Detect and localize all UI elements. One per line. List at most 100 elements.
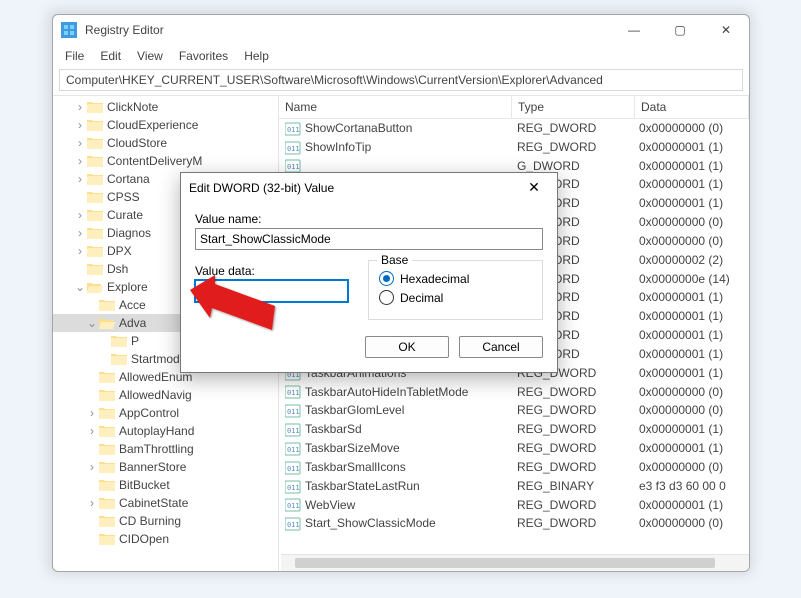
value-data: 0x00000001 (1) bbox=[633, 326, 749, 345]
value-row[interactable]: 011TaskbarSmallIconsREG_DWORD0x00000000 … bbox=[279, 458, 749, 477]
value-row[interactable]: 011TaskbarStateLastRunREG_BINARYe3 f3 d3… bbox=[279, 477, 749, 496]
expand-icon[interactable]: ⌄ bbox=[73, 280, 87, 294]
menu-favorites[interactable]: Favorites bbox=[171, 47, 236, 65]
expand-icon[interactable]: › bbox=[73, 244, 87, 258]
tree-node[interactable]: ›ClickNote bbox=[53, 98, 278, 116]
value-row[interactable]: 011WebViewREG_DWORD0x00000001 (1) bbox=[279, 496, 749, 515]
expand-icon[interactable]: › bbox=[85, 406, 99, 420]
folder-icon bbox=[99, 388, 115, 402]
radio-dot-icon bbox=[379, 271, 394, 286]
app-icon bbox=[61, 22, 77, 38]
radio-dot-icon bbox=[379, 290, 394, 305]
folder-icon bbox=[99, 532, 115, 546]
expand-icon[interactable]: › bbox=[73, 100, 87, 114]
radio-hexadecimal[interactable]: Hexadecimal bbox=[379, 271, 532, 286]
expand-icon[interactable]: › bbox=[85, 460, 99, 474]
value-type: REG_DWORD bbox=[511, 383, 633, 402]
value-data: 0x00000000 (0) bbox=[633, 119, 749, 138]
tree-label: AllowedNavig bbox=[119, 388, 192, 402]
radio-decimal[interactable]: Decimal bbox=[379, 290, 532, 305]
value-type: REG_DWORD bbox=[511, 496, 633, 515]
value-name: TaskbarAutoHideInTabletMode bbox=[305, 385, 468, 399]
svg-text:011: 011 bbox=[287, 502, 300, 510]
tree-node[interactable]: ›CabinetState bbox=[53, 494, 278, 512]
tree-node[interactable]: CD Burning bbox=[53, 512, 278, 530]
tree-node[interactable]: ›AutoplayHand bbox=[53, 422, 278, 440]
tree-label: Explore bbox=[107, 280, 148, 294]
ok-button[interactable]: OK bbox=[365, 336, 449, 358]
value-data: 0x00000000 (0) bbox=[633, 514, 749, 533]
expand-icon[interactable]: › bbox=[73, 154, 87, 168]
value-name: ShowInfoTip bbox=[305, 140, 371, 154]
value-data: 0x00000001 (1) bbox=[633, 420, 749, 439]
tree-node[interactable]: BamThrottling bbox=[53, 440, 278, 458]
column-headers[interactable]: Name Type Data bbox=[279, 96, 749, 119]
tree-node[interactable]: › CloudExperience bbox=[53, 116, 278, 134]
expand-icon[interactable]: › bbox=[73, 208, 87, 222]
value-data-input[interactable] bbox=[195, 280, 348, 302]
tree-label: BitBucket bbox=[119, 478, 170, 492]
menu-view[interactable]: View bbox=[129, 47, 171, 65]
tree-label: CloudExperience bbox=[107, 118, 198, 132]
close-button[interactable]: ✕ bbox=[703, 15, 749, 45]
value-row[interactable]: 011TaskbarGlomLevelREG_DWORD0x00000000 (… bbox=[279, 401, 749, 420]
value-icon: 011 bbox=[285, 517, 301, 531]
expand-icon[interactable]: › bbox=[73, 136, 87, 150]
value-type: REG_DWORD bbox=[511, 458, 633, 477]
maximize-button[interactable]: ▢ bbox=[657, 15, 703, 45]
expand-icon[interactable]: ⌄ bbox=[85, 316, 99, 330]
tree-label: DPX bbox=[107, 244, 132, 258]
expand-icon[interactable]: › bbox=[85, 424, 99, 438]
value-icon: 011 bbox=[285, 461, 301, 475]
minimize-button[interactable]: — bbox=[611, 15, 657, 45]
tree-node[interactable]: BitBucket bbox=[53, 476, 278, 494]
value-name: Start_ShowClassicMode bbox=[305, 516, 436, 530]
tree-label: BannerStore bbox=[119, 460, 186, 474]
tree-node[interactable]: › AppControl bbox=[53, 404, 278, 422]
menu-file[interactable]: File bbox=[57, 47, 92, 65]
folder-icon bbox=[99, 424, 115, 438]
value-icon: 011 bbox=[285, 480, 301, 494]
tree-node[interactable]: › CloudStore bbox=[53, 134, 278, 152]
tree-node[interactable]: › BannerStore bbox=[53, 458, 278, 476]
expand-icon[interactable]: › bbox=[73, 172, 87, 186]
col-type[interactable]: Type bbox=[512, 96, 635, 118]
tree-label: Adva bbox=[119, 316, 146, 330]
value-row[interactable]: 011ShowInfoTipREG_DWORD0x00000001 (1) bbox=[279, 138, 749, 157]
tree-label: AppControl bbox=[119, 406, 179, 420]
expand-icon[interactable]: › bbox=[73, 226, 87, 240]
tree-label: Cortana bbox=[107, 172, 150, 186]
folder-icon bbox=[99, 442, 115, 456]
tree-label: CloudStore bbox=[107, 136, 167, 150]
expand-icon[interactable]: › bbox=[85, 496, 99, 510]
value-row[interactable]: 011TaskbarSdREG_DWORD0x00000001 (1) bbox=[279, 420, 749, 439]
col-name[interactable]: Name bbox=[279, 96, 512, 118]
value-row[interactable]: 011TaskbarAutoHideInTabletModeREG_DWORD0… bbox=[279, 383, 749, 402]
value-data: 0x00000000 (0) bbox=[633, 458, 749, 477]
col-data[interactable]: Data bbox=[635, 96, 749, 118]
svg-text:011: 011 bbox=[287, 465, 300, 473]
menu-edit[interactable]: Edit bbox=[92, 47, 129, 65]
folder-icon bbox=[87, 172, 103, 186]
value-name-input[interactable] bbox=[195, 228, 543, 250]
folder-icon bbox=[99, 478, 115, 492]
expand-icon[interactable]: › bbox=[73, 118, 87, 132]
menu-help[interactable]: Help bbox=[236, 47, 277, 65]
folder-icon bbox=[99, 370, 115, 384]
folder-icon bbox=[99, 496, 115, 510]
value-row[interactable]: 011TaskbarSizeMoveREG_DWORD0x00000001 (1… bbox=[279, 439, 749, 458]
value-icon: 011 bbox=[285, 498, 301, 512]
dialog-close-button[interactable]: ✕ bbox=[519, 179, 549, 196]
value-row[interactable]: 011ShowCortanaButtonREG_DWORD0x00000000 … bbox=[279, 119, 749, 138]
value-name: TaskbarGlomLevel bbox=[305, 403, 404, 417]
value-data: 0x00000000 (0) bbox=[633, 232, 749, 251]
tree-node[interactable]: CIDOpen bbox=[53, 530, 278, 548]
folder-icon bbox=[87, 208, 103, 222]
tree-node[interactable]: ›ContentDeliveryM bbox=[53, 152, 278, 170]
folder-icon bbox=[111, 334, 127, 348]
cancel-button[interactable]: Cancel bbox=[459, 336, 543, 358]
value-icon: 011 bbox=[285, 423, 301, 437]
tree-node[interactable]: AllowedNavig bbox=[53, 386, 278, 404]
value-row[interactable]: 011Start_ShowClassicModeREG_DWORD0x00000… bbox=[279, 514, 749, 533]
address-bar[interactable]: Computer\HKEY_CURRENT_USER\Software\Micr… bbox=[59, 69, 743, 91]
